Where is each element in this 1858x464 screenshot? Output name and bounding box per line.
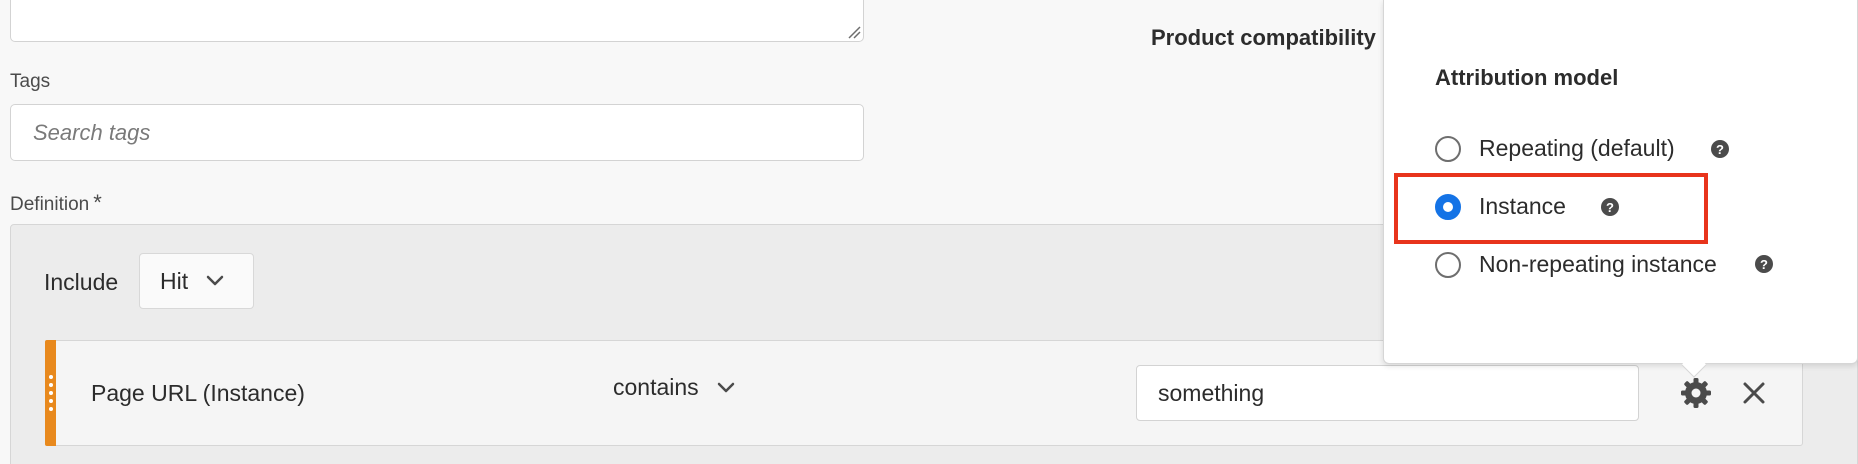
container-type-dropdown[interactable]: Hit (139, 253, 254, 309)
chevron-down-icon (717, 382, 734, 392)
radio-option-repeating[interactable]: Repeating (default) (1435, 135, 1675, 162)
definition-label-text: Definition (10, 194, 90, 215)
resize-grip-icon[interactable] (845, 23, 861, 39)
rule-value-input[interactable] (1136, 365, 1639, 421)
container-type-value: Hit (160, 267, 189, 294)
help-icon[interactable]: ? (1711, 140, 1729, 158)
include-label: Include (44, 269, 119, 295)
definition-label: Definition * (10, 190, 102, 216)
rule-operator-dropdown[interactable]: contains (613, 374, 735, 401)
radio-option-non-repeating-instance[interactable]: Non-repeating instance (1435, 251, 1717, 278)
radio-button[interactable] (1435, 251, 1461, 278)
close-icon[interactable] (1740, 379, 1768, 407)
radio-button[interactable] (1435, 135, 1461, 162)
radio-label: Non-repeating instance (1479, 251, 1717, 277)
attribution-model-title: Attribution model (1435, 65, 1619, 90)
tags-label: Tags (10, 71, 51, 92)
chevron-down-icon (206, 275, 224, 286)
gear-icon[interactable] (1680, 377, 1712, 409)
radio-label: Repeating (default) (1479, 135, 1675, 161)
product-compatibility-heading: Product compatibility (1151, 25, 1376, 50)
rule-dimension-name[interactable]: Page URL (Instance) (91, 380, 305, 407)
description-textarea[interactable] (10, 0, 864, 42)
tags-search-input[interactable] (10, 104, 864, 161)
drag-handle[interactable] (45, 340, 56, 446)
highlight-annotation-box (1394, 173, 1708, 244)
required-indicator: * (93, 190, 102, 215)
help-icon[interactable]: ? (1755, 255, 1773, 273)
rule-operator-value: contains (613, 374, 699, 400)
